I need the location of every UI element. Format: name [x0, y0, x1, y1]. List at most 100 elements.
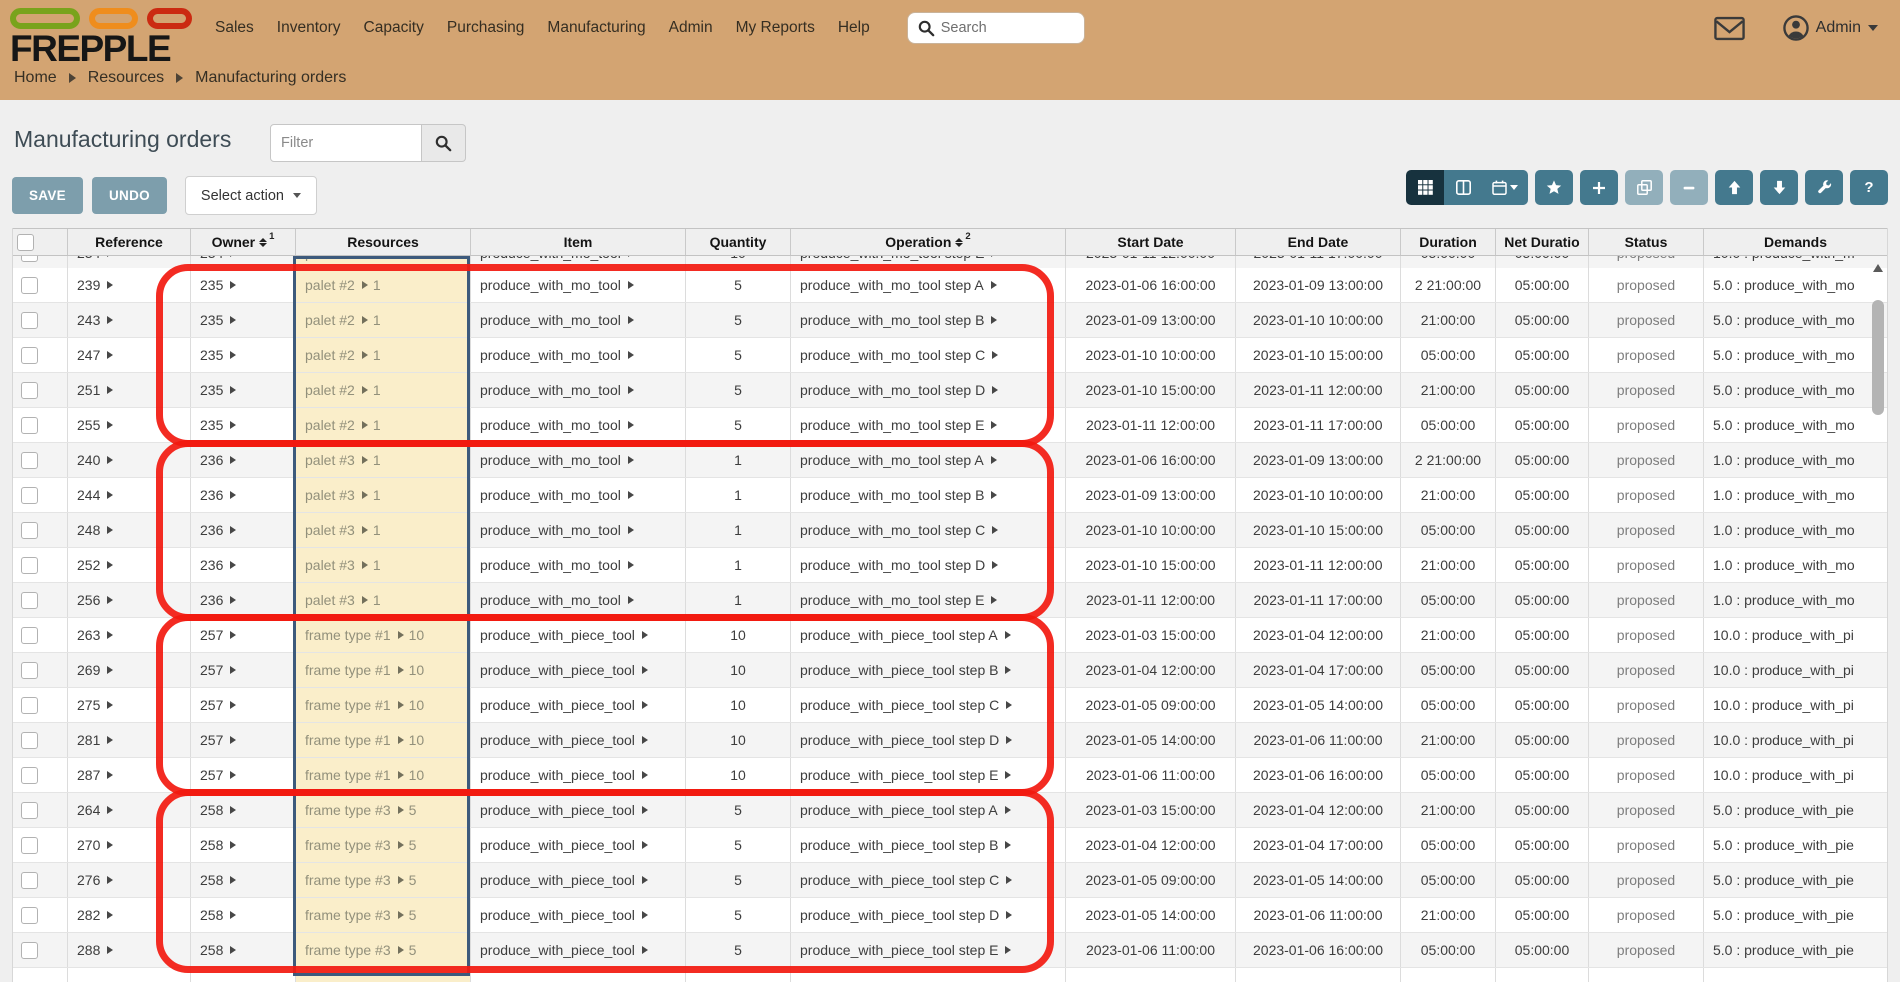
drilldown-caret-icon[interactable]	[991, 596, 997, 604]
cell-status[interactable]: proposed	[1589, 828, 1704, 862]
drilldown-caret-icon[interactable]	[107, 946, 113, 954]
drilldown-caret-icon[interactable]	[362, 256, 368, 257]
drilldown-caret-icon[interactable]	[628, 256, 634, 257]
drilldown-caret-icon[interactable]	[230, 701, 236, 709]
drilldown-caret-icon[interactable]	[230, 491, 236, 499]
filter-input[interactable]	[270, 124, 422, 162]
drilldown-caret-icon[interactable]	[107, 491, 113, 499]
cell-start-date[interactable]: 2023-01-06 11:00:00	[1066, 758, 1236, 792]
cell-status[interactable]: proposed	[1589, 758, 1704, 792]
cell-end-date[interactable]: 2023-01-11 17:00:00	[1236, 408, 1401, 442]
cell-quantity[interactable]: 5	[686, 373, 791, 407]
row-checkbox[interactable]	[21, 256, 38, 262]
header-cell-duration[interactable]: Duration	[1401, 229, 1496, 255]
drilldown-caret-icon[interactable]	[107, 316, 113, 324]
drilldown-caret-icon[interactable]	[107, 911, 113, 919]
cell-status[interactable]: proposed	[1589, 548, 1704, 582]
cell-start-date[interactable]: 2023-01-10 10:00:00	[1066, 338, 1236, 372]
drilldown-caret-icon[interactable]	[107, 256, 113, 257]
cell-status[interactable]: proposed	[1589, 933, 1704, 967]
drilldown-caret-icon[interactable]	[230, 456, 236, 464]
drilldown-caret-icon[interactable]	[107, 386, 113, 394]
drilldown-caret-icon[interactable]	[642, 771, 648, 779]
nav-item-manufacturing[interactable]: Manufacturing	[547, 19, 645, 37]
row-checkbox[interactable]	[21, 872, 38, 889]
cell-end-date[interactable]: 2023-01-10 15:00:00	[1236, 513, 1401, 547]
drilldown-caret-icon[interactable]	[107, 876, 113, 884]
drilldown-caret-icon[interactable]	[362, 456, 368, 464]
drilldown-caret-icon[interactable]	[991, 456, 997, 464]
messages-envelope-icon[interactable]	[1714, 16, 1745, 41]
row-checkbox[interactable]	[21, 592, 38, 609]
header-cell-demands[interactable]: Demands	[1704, 229, 1887, 255]
nav-item-capacity[interactable]: Capacity	[364, 19, 424, 37]
cell-start-date[interactable]: 2023-01-09 13:00:00	[1066, 478, 1236, 512]
cell-end-date[interactable]: 2023-01-04 17:00:00	[1236, 653, 1401, 687]
nav-item-sales[interactable]: Sales	[215, 19, 254, 37]
header-cell-reference[interactable]: Reference	[68, 229, 191, 255]
cell-start-date[interactable]: 2023-01-11 12:00:00	[1066, 408, 1236, 442]
drilldown-caret-icon[interactable]	[992, 386, 998, 394]
drilldown-caret-icon[interactable]	[230, 351, 236, 359]
drilldown-caret-icon[interactable]	[398, 701, 404, 709]
cell-status[interactable]: proposed	[1589, 478, 1704, 512]
cell-quantity[interactable]: 1	[686, 548, 791, 582]
drilldown-caret-icon[interactable]	[362, 386, 368, 394]
filter-search-button[interactable]	[422, 124, 466, 162]
cell-status[interactable]: proposed	[1589, 443, 1704, 477]
drilldown-caret-icon[interactable]	[398, 806, 404, 814]
drilldown-caret-icon[interactable]	[230, 596, 236, 604]
row-checkbox[interactable]	[21, 662, 38, 679]
row-checkbox[interactable]	[21, 312, 38, 329]
nav-item-help[interactable]: Help	[838, 19, 870, 37]
drilldown-caret-icon[interactable]	[107, 841, 113, 849]
drilldown-caret-icon[interactable]	[398, 771, 404, 779]
row-checkbox[interactable]	[21, 382, 38, 399]
cell-end-date[interactable]: 2023-01-09 13:00:00	[1236, 443, 1401, 477]
drilldown-caret-icon[interactable]	[642, 876, 648, 884]
drilldown-caret-icon[interactable]	[1005, 841, 1011, 849]
drilldown-caret-icon[interactable]	[230, 256, 236, 257]
cell-end-date[interactable]: 2023-01-10 10:00:00	[1236, 303, 1401, 337]
drilldown-caret-icon[interactable]	[107, 526, 113, 534]
undo-button[interactable]: UNDO	[92, 177, 167, 214]
cell-status[interactable]: proposed	[1589, 408, 1704, 442]
cell-start-date[interactable]: 2023-01-10 15:00:00	[1066, 548, 1236, 582]
scrollbar-thumb[interactable]	[1872, 300, 1884, 415]
drilldown-caret-icon[interactable]	[230, 666, 236, 674]
user-menu[interactable]: Admin	[1783, 15, 1878, 41]
help-button[interactable]: ?	[1850, 170, 1888, 205]
drilldown-caret-icon[interactable]	[230, 386, 236, 394]
cell-status[interactable]: proposed	[1589, 303, 1704, 337]
drilldown-caret-icon[interactable]	[398, 841, 404, 849]
row-checkbox[interactable]	[21, 907, 38, 924]
drilldown-caret-icon[interactable]	[362, 491, 368, 499]
cell-start-date[interactable]: 2023-01-06 16:00:00	[1066, 443, 1236, 477]
row-checkbox[interactable]	[21, 452, 38, 469]
drilldown-caret-icon[interactable]	[992, 561, 998, 569]
cell-status[interactable]: proposed	[1589, 688, 1704, 722]
drilldown-caret-icon[interactable]	[107, 806, 113, 814]
add-button[interactable]	[1580, 170, 1618, 205]
cell-quantity[interactable]: 1	[686, 478, 791, 512]
drilldown-caret-icon[interactable]	[1005, 946, 1011, 954]
cell-start-date[interactable]: 2023-01-11 12:00:00	[1066, 583, 1236, 617]
cell-quantity[interactable]: 5	[686, 933, 791, 967]
cell-quantity[interactable]: 10	[686, 723, 791, 757]
drilldown-caret-icon[interactable]	[230, 911, 236, 919]
drilldown-caret-icon[interactable]	[991, 256, 997, 257]
cell-start-date[interactable]: 2023-01-03 15:00:00	[1066, 793, 1236, 827]
cell-end-date[interactable]: 2023-01-05 14:00:00	[1236, 688, 1401, 722]
cell-start-date[interactable]: 2023-01-04 12:00:00	[1066, 653, 1236, 687]
drilldown-caret-icon[interactable]	[628, 596, 634, 604]
cell-end-date[interactable]: 2023-01-10 15:00:00	[1236, 338, 1401, 372]
drilldown-caret-icon[interactable]	[398, 946, 404, 954]
cell-quantity[interactable]: 5	[686, 828, 791, 862]
drilldown-caret-icon[interactable]	[992, 351, 998, 359]
row-checkbox[interactable]	[21, 732, 38, 749]
drilldown-caret-icon[interactable]	[992, 526, 998, 534]
cell-start-date[interactable]: 2023-01-10 10:00:00	[1066, 513, 1236, 547]
header-cell-net-duratio[interactable]: Net Duratio	[1496, 229, 1589, 255]
cell-status[interactable]: proposed	[1589, 268, 1704, 302]
drilldown-caret-icon[interactable]	[642, 806, 648, 814]
